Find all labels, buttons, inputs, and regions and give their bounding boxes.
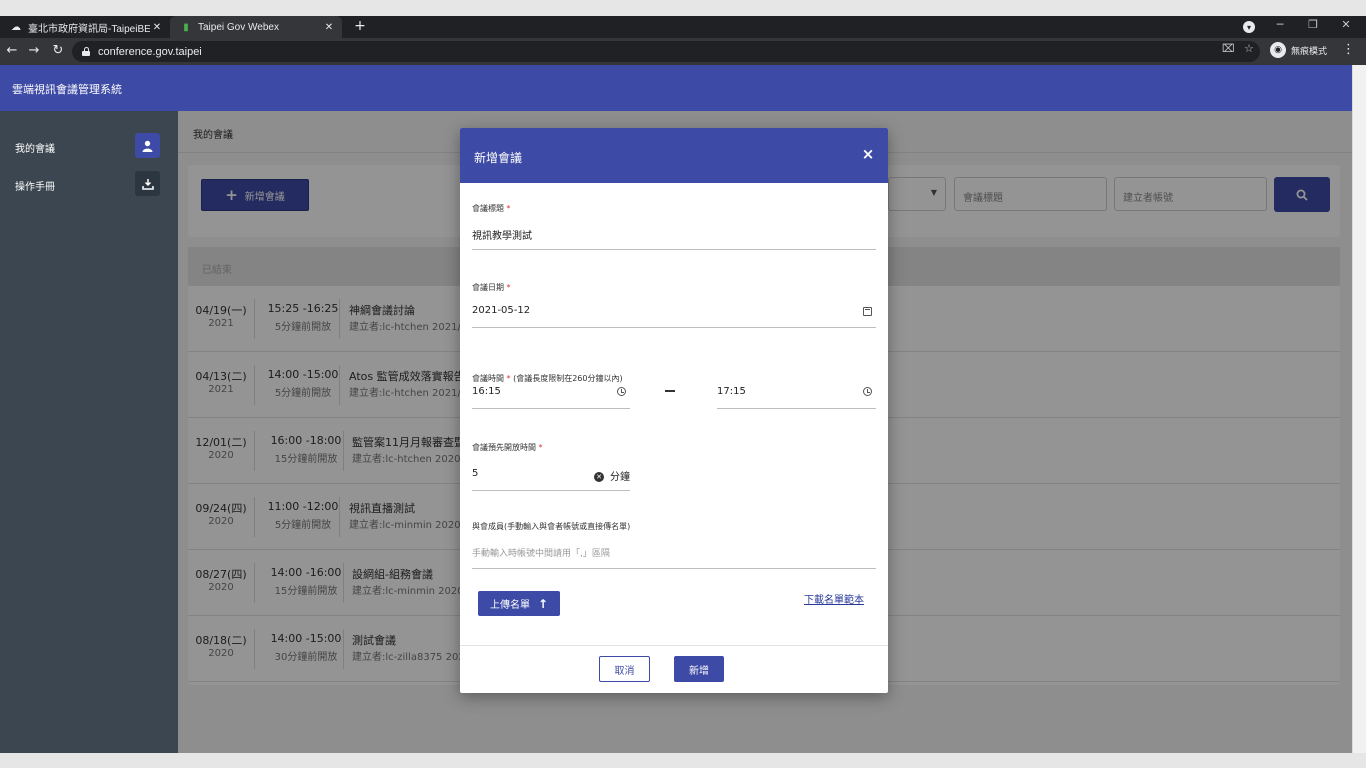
restore-icon[interactable]: ❐ bbox=[1303, 18, 1323, 31]
close-icon[interactable]: × bbox=[860, 145, 876, 163]
forward-icon[interactable]: → bbox=[26, 43, 42, 58]
minute-unit-label: 分鐘 bbox=[610, 472, 630, 483]
browser-tab-webex[interactable]: ▮ Taipei Gov Webex ✕ bbox=[170, 16, 342, 38]
url-text: conference.gov.taipei bbox=[98, 45, 202, 58]
tab-title: 臺北市政府資訊局-TaipeiBEE bbox=[28, 23, 150, 35]
input-underline bbox=[472, 249, 876, 250]
advance-open-input[interactable]: 5 bbox=[472, 468, 478, 479]
label-text: 會議時間 bbox=[472, 374, 504, 383]
participants-input[interactable]: 手動輸入時帳號中間請用「,」區隔 bbox=[472, 546, 610, 559]
incognito-indicator[interactable]: ◉ 無痕模式 bbox=[1270, 42, 1327, 58]
required-mark: * bbox=[538, 443, 543, 452]
new-tab-button[interactable]: + bbox=[352, 18, 368, 34]
clear-icon[interactable]: ✕ bbox=[594, 472, 604, 482]
meeting-date-label: 會議日期 * bbox=[472, 282, 511, 293]
sidebar-item-manual[interactable]: 操作手冊 bbox=[0, 169, 178, 199]
sidebar-item-my-meetings[interactable]: 我的會議 bbox=[0, 131, 178, 161]
clock-icon[interactable] bbox=[617, 387, 626, 396]
browser-tab-taipeibee[interactable]: ☁ 臺北市政府資訊局-TaipeiBEE ✕ bbox=[0, 16, 170, 38]
browser-toolbar: ← → ↻ conference.gov.taipei ⌧ ☆ ◉ 無痕模式 ⋮ bbox=[0, 38, 1366, 65]
input-underline bbox=[472, 568, 876, 569]
incognito-icon: ◉ bbox=[1270, 42, 1286, 58]
bottom-frame bbox=[0, 753, 1366, 768]
input-underline bbox=[472, 408, 630, 409]
tab-title: Taipei Gov Webex bbox=[198, 21, 279, 33]
user-icon bbox=[135, 133, 160, 158]
start-time-input[interactable]: 16:15 bbox=[472, 386, 501, 397]
required-mark: * bbox=[506, 204, 511, 213]
time-hint: (會議長度限制在260分鐘以內) bbox=[513, 374, 623, 383]
dialog-header: 新增會議 × bbox=[460, 128, 888, 183]
translate-icon[interactable]: ⌧ bbox=[1222, 42, 1235, 55]
tab-search-icon[interactable]: ▾ bbox=[1243, 21, 1255, 33]
back-icon[interactable]: ← bbox=[4, 43, 20, 58]
sidebar-item-label: 我的會議 bbox=[15, 144, 55, 155]
download-icon bbox=[135, 171, 160, 196]
end-time-input[interactable]: 17:15 bbox=[717, 386, 746, 397]
participants-label: 與會成員(手動輸入與會者帳號或直接傳名單) bbox=[472, 522, 631, 531]
reload-icon[interactable]: ↻ bbox=[50, 43, 66, 58]
meeting-time-label: 會議時間 * (會議長度限制在260分鐘以內) bbox=[472, 373, 623, 384]
menu-icon[interactable]: ⋮ bbox=[1342, 42, 1355, 57]
lock-icon bbox=[82, 47, 90, 56]
add-meeting-dialog: 新增會議 × 會議標題 * 視訊教學測試 會議日期 * 2021-05-12 會… bbox=[460, 128, 888, 693]
meeting-title-label: 會議標題 * bbox=[472, 203, 511, 214]
browser-tab-strip: ☁ 臺北市政府資訊局-TaipeiBEE ✕ ▮ Taipei Gov Webe… bbox=[0, 16, 1366, 38]
label-text: 會議標題 bbox=[472, 204, 504, 213]
clock-icon[interactable] bbox=[863, 387, 872, 396]
address-bar[interactable]: conference.gov.taipei bbox=[72, 41, 1260, 62]
close-icon[interactable]: ✕ bbox=[150, 22, 164, 33]
dialog-title: 新增會議 bbox=[474, 151, 523, 165]
webex-icon: ▮ bbox=[183, 21, 189, 33]
create-button[interactable]: 新增 bbox=[674, 656, 724, 682]
time-range-dash bbox=[665, 390, 675, 392]
vertical-scrollbar[interactable] bbox=[1352, 65, 1366, 753]
close-icon[interactable]: ✕ bbox=[322, 22, 336, 33]
required-mark: * bbox=[506, 374, 511, 383]
meeting-title-input[interactable]: 視訊教學測試 bbox=[472, 227, 532, 242]
upload-list-button[interactable]: 上傳名單 ↑ bbox=[478, 591, 560, 616]
app-title: 雲端視訊會議管理系統 bbox=[12, 83, 122, 96]
input-underline bbox=[717, 408, 876, 409]
divider bbox=[460, 645, 888, 646]
sidebar-item-label: 操作手冊 bbox=[15, 182, 55, 193]
advance-open-label: 會議預先開放時間 * bbox=[472, 442, 543, 453]
calendar-icon[interactable] bbox=[863, 307, 872, 316]
star-icon[interactable]: ☆ bbox=[1244, 42, 1254, 55]
window-close-icon[interactable]: ✕ bbox=[1336, 18, 1356, 31]
download-template-link[interactable]: 下載名單範本 bbox=[804, 591, 864, 606]
incognito-label: 無痕模式 bbox=[1291, 46, 1328, 57]
cancel-button[interactable]: 取消 bbox=[599, 656, 650, 682]
input-underline bbox=[472, 327, 876, 328]
upload-list-label: 上傳名單 bbox=[489, 600, 530, 611]
sidebar: 我的會議 操作手冊 bbox=[0, 111, 178, 753]
arrow-up-icon: ↑ bbox=[537, 596, 549, 611]
meeting-date-input[interactable]: 2021-05-12 bbox=[472, 305, 530, 316]
input-underline bbox=[472, 490, 630, 491]
minimize-icon[interactable]: ─ bbox=[1270, 18, 1290, 31]
app-header: 雲端視訊會議管理系統 bbox=[0, 65, 1352, 111]
label-text: 會議日期 bbox=[472, 283, 504, 292]
label-text: 會議預先開放時間 bbox=[472, 443, 536, 452]
required-mark: * bbox=[506, 283, 511, 292]
cloud-icon: ☁ bbox=[11, 21, 21, 33]
screen: ☁ 臺北市政府資訊局-TaipeiBEE ✕ ▮ Taipei Gov Webe… bbox=[0, 0, 1366, 768]
